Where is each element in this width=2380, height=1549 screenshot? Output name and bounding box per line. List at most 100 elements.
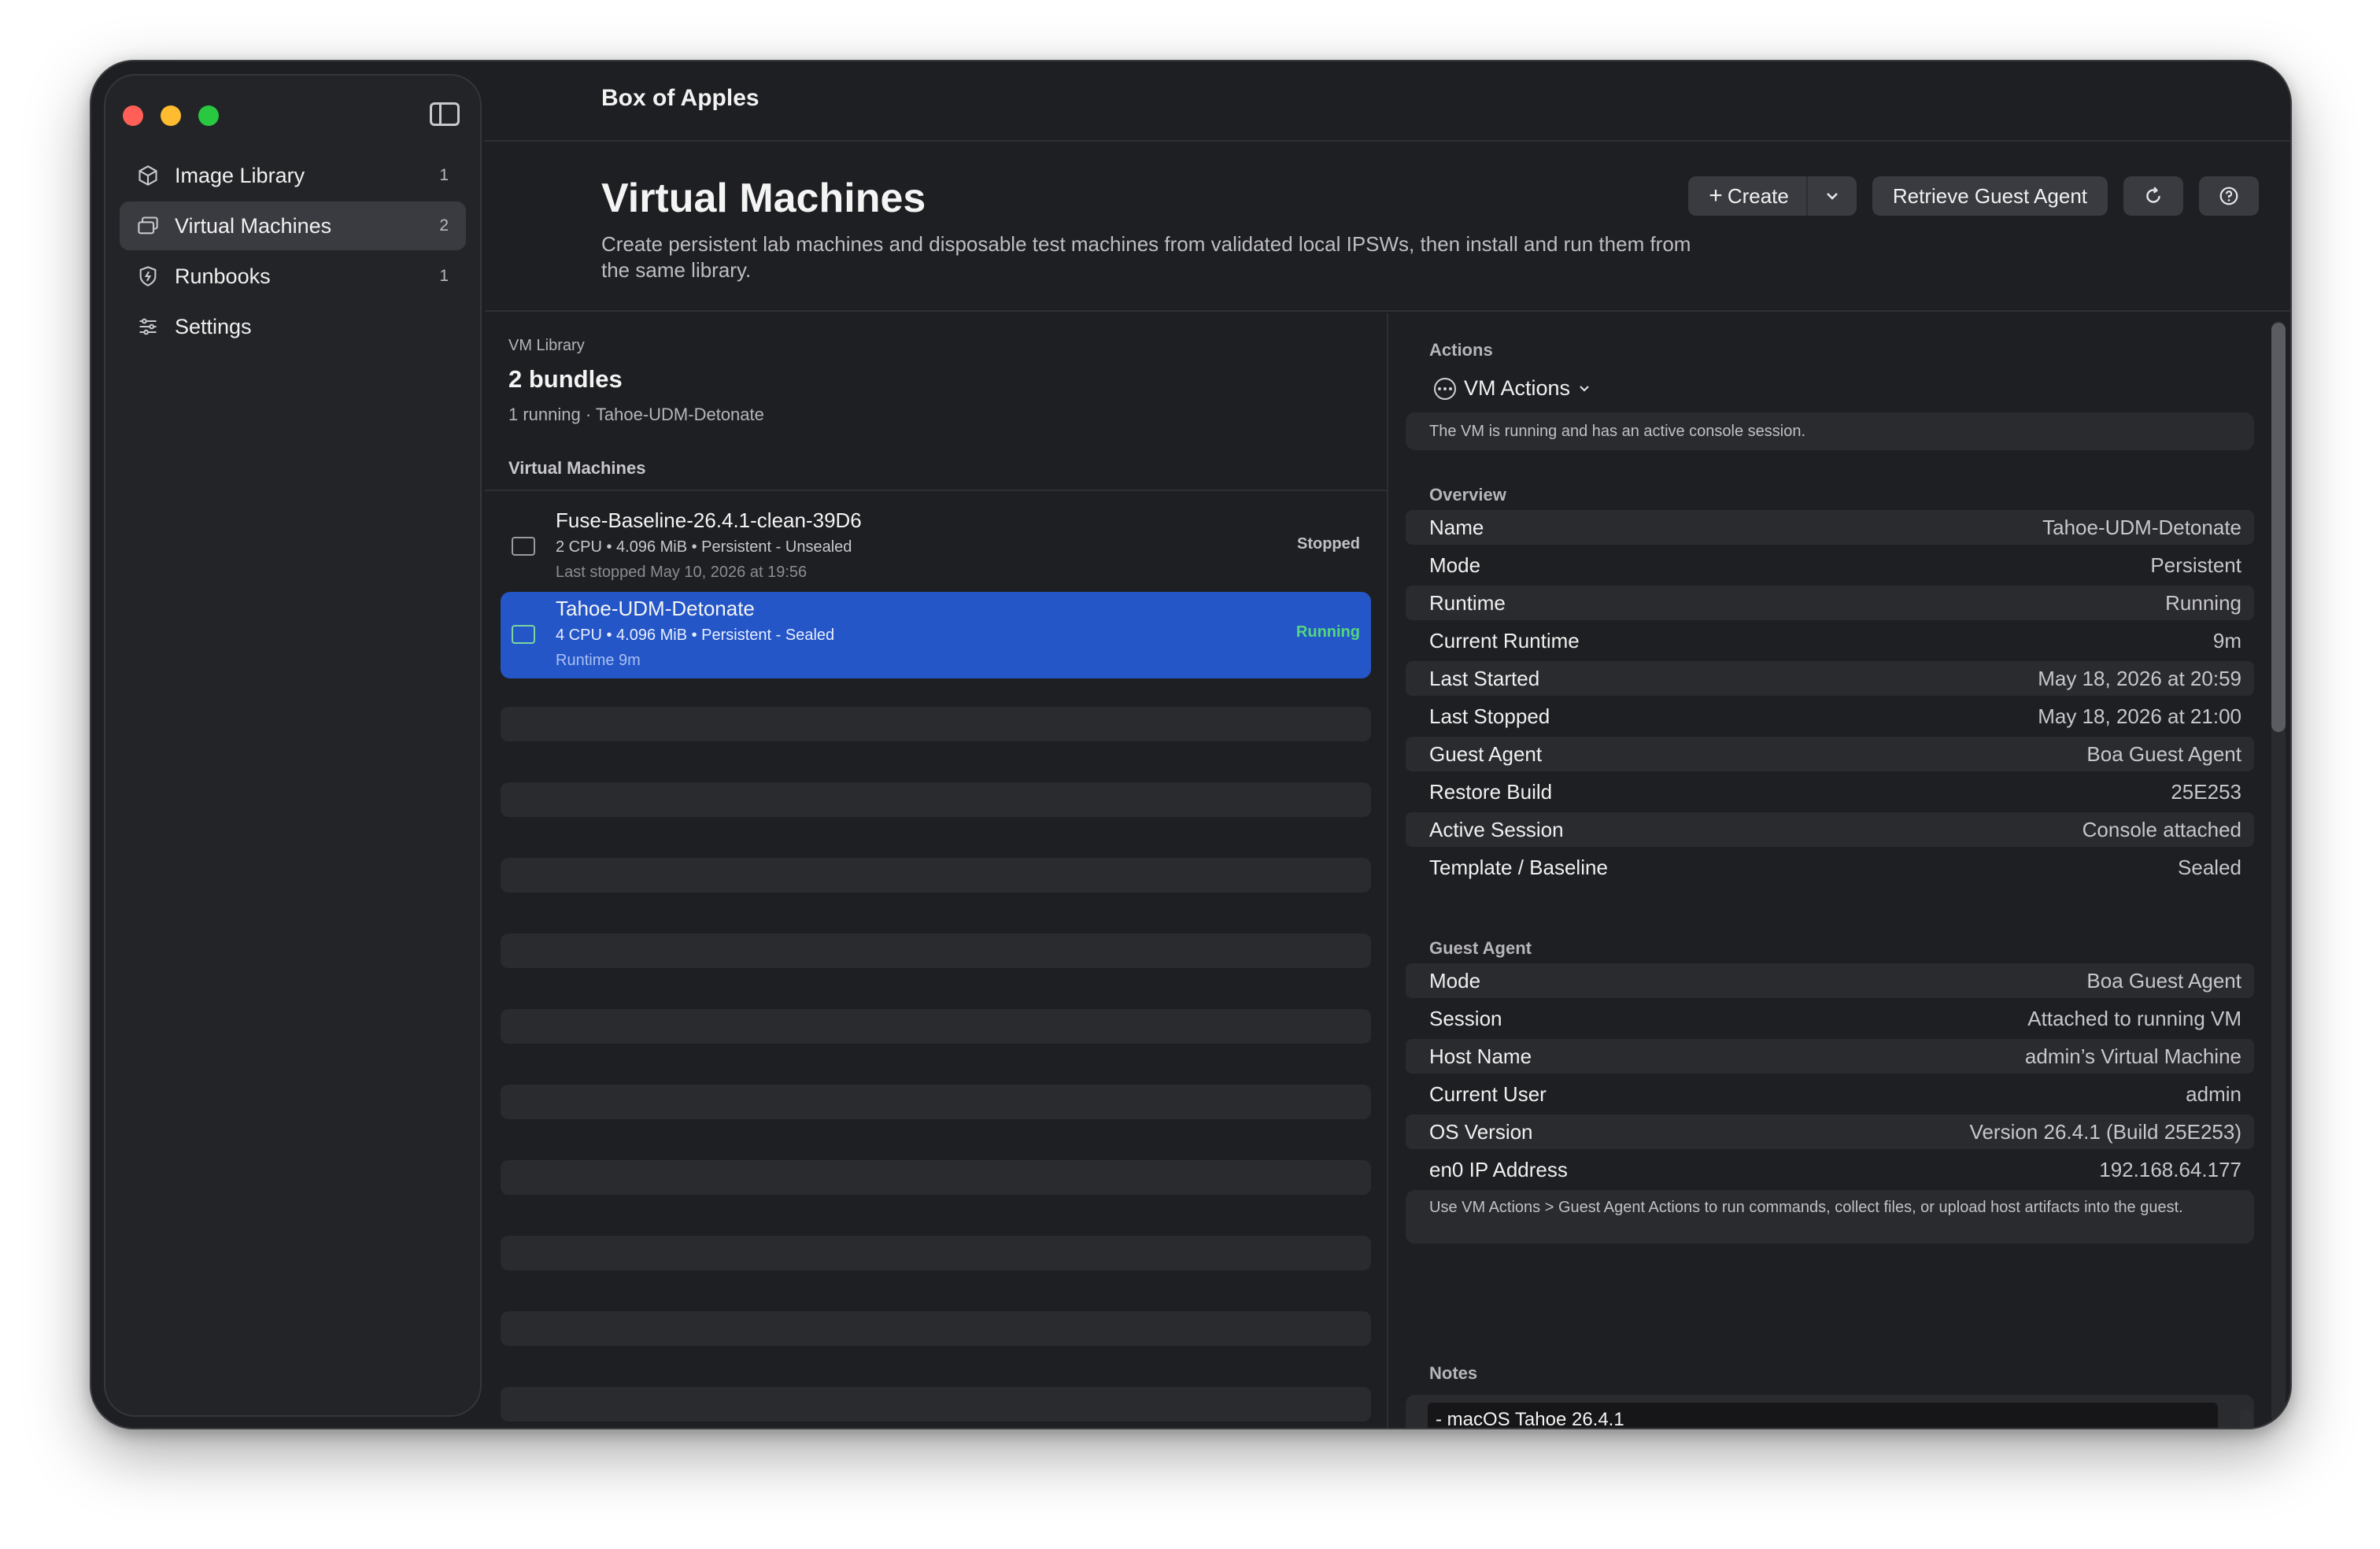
sidebar-item-count: 1 <box>439 267 449 285</box>
guest-agent-note: Use VM Actions > Guest Agent Actions to … <box>1429 1199 2183 1216</box>
overview-row: Last Started May 18, 2026 at 20:59 <box>1406 661 2254 696</box>
empty-row-placeholder <box>501 1160 1371 1195</box>
notes-scrollbar[interactable] <box>2240 1409 2252 1428</box>
overview-row: Name Tahoe-UDM-Detonate <box>1406 510 2254 545</box>
library-count: 2 bundles <box>508 365 623 393</box>
empty-row-placeholder <box>501 1311 1371 1346</box>
empty-row-placeholder <box>501 1009 1371 1044</box>
cube-icon <box>137 165 159 187</box>
windows-icon <box>137 215 159 237</box>
guest-agent-section-title: Guest Agent <box>1429 938 1532 958</box>
vm-list-item[interactable]: Fuse-Baseline-26.4.1-clean-39D6 2 CPU • … <box>501 504 1371 590</box>
guest-row: OS Version Version 26.4.1 (Build 25E253) <box>1406 1115 2254 1149</box>
app-window: Image Library 1 Virtual Machines 2 Runbo… <box>90 60 2292 1429</box>
field-value: Persistent <box>2150 553 2241 577</box>
vm-actions-menu[interactable]: VM Actions <box>1434 376 1591 401</box>
empty-row-placeholder <box>501 1236 1371 1270</box>
field-key: Current User <box>1429 1081 1547 1106</box>
vm-icon <box>512 625 535 644</box>
overview-row: Restore Build 25E253 <box>1406 774 2254 809</box>
sidebar-item-label: Image Library <box>175 163 305 187</box>
vm-name: Fuse-Baseline-26.4.1-clean-39D6 <box>556 508 862 532</box>
field-key: en0 IP Address <box>1429 1157 1568 1181</box>
vm-detail-pane: Actions VM Actions The VM is running and… <box>1390 313 2290 1428</box>
field-key: Current Runtime <box>1429 628 1580 653</box>
empty-row-placeholder <box>501 707 1371 741</box>
vm-meta: Runtime 9m <box>556 652 641 669</box>
sidebar-item-runbooks[interactable]: Runbooks 1 <box>120 252 466 301</box>
create-button[interactable]: + Create <box>1688 176 1806 216</box>
field-key: Last Stopped <box>1429 704 1550 728</box>
overview-row: Active Session Console attached <box>1406 812 2254 847</box>
sidebar-toggle-icon[interactable] <box>430 102 460 126</box>
sidebar-item-label: Runbooks <box>175 264 271 288</box>
sidebar-item-image-library[interactable]: Image Library 1 <box>120 151 466 200</box>
close-window-button[interactable] <box>123 105 143 126</box>
page-header: Virtual Machines Create persistent lab m… <box>485 143 2290 312</box>
overview-row: Runtime Running <box>1406 586 2254 620</box>
field-key: Guest Agent <box>1429 741 1543 766</box>
vm-list-pane: VM Library 2 bundles 1 running · Tahoe-U… <box>485 313 1388 1428</box>
library-label: VM Library <box>508 337 585 354</box>
minimize-window-button[interactable] <box>161 105 181 126</box>
vm-status-badge: Stopped <box>1297 535 1360 553</box>
field-value: Attached to running VM <box>2027 1006 2241 1030</box>
sidebar-item-count: 1 <box>439 166 449 184</box>
retrieve-guest-agent-button[interactable]: Retrieve Guest Agent <box>1872 176 2108 216</box>
sidebar: Image Library 1 Virtual Machines 2 Runbo… <box>104 74 482 1417</box>
vm-actions-label: VM Actions <box>1464 376 1571 400</box>
field-value: admin’s Virtual Machine <box>2024 1044 2241 1068</box>
empty-row-placeholder <box>501 782 1371 817</box>
window-controls <box>123 105 219 126</box>
overview-row: Template / Baseline Sealed <box>1406 850 2254 885</box>
vm-meta: Last stopped May 10, 2026 at 19:56 <box>556 564 808 581</box>
empty-row-placeholder <box>501 1387 1371 1421</box>
field-value: Boa Guest Agent <box>2086 741 2241 766</box>
guest-row: Current User admin <box>1406 1077 2254 1111</box>
create-menu-button[interactable] <box>1805 176 1857 216</box>
scrollbar-thumb[interactable] <box>2271 323 2286 732</box>
empty-row-placeholder <box>501 933 1371 968</box>
field-key: Active Session <box>1429 817 1564 841</box>
field-key: Mode <box>1429 968 1481 993</box>
shield-icon <box>137 265 159 287</box>
ellipsis-circle-icon <box>1434 377 1456 400</box>
overview-row: Guest Agent Boa Guest Agent <box>1406 737 2254 771</box>
field-key: Session <box>1429 1006 1502 1030</box>
refresh-button[interactable] <box>2123 176 2183 216</box>
vm-list-item-selected[interactable]: Tahoe-UDM-Detonate 4 CPU • 4.096 MiB • P… <box>501 592 1371 678</box>
vm-icon <box>512 537 535 556</box>
field-value: Tahoe-UDM-Detonate <box>2042 515 2241 539</box>
vm-spec: 2 CPU • 4.096 MiB • Persistent - Unseale… <box>556 538 852 556</box>
field-value: May 18, 2026 at 21:00 <box>2038 704 2241 728</box>
field-value: 9m <box>2212 628 2241 653</box>
library-status: 1 running · Tahoe-UDM-Detonate <box>508 405 764 424</box>
actions-section-title: Actions <box>1429 340 1493 360</box>
sidebar-item-count: 2 <box>439 216 449 235</box>
field-value: admin <box>2186 1081 2241 1106</box>
field-value: Running <box>2165 590 2241 615</box>
sidebar-item-label: Virtual Machines <box>175 213 332 238</box>
zoom-window-button[interactable] <box>198 105 219 126</box>
guest-row: Host Name admin’s Virtual Machine <box>1406 1039 2254 1074</box>
help-button[interactable] <box>2199 176 2259 216</box>
overview-row: Mode Persistent <box>1406 548 2254 582</box>
field-key: Runtime <box>1429 590 1506 615</box>
field-value: Version 26.4.1 (Build 25E253) <box>1969 1119 2241 1144</box>
notes-section-title: Notes <box>1429 1363 1478 1383</box>
field-key: OS Version <box>1429 1119 1533 1144</box>
field-key: Mode <box>1429 553 1481 577</box>
empty-row-placeholder <box>501 1085 1371 1119</box>
sidebar-item-virtual-machines[interactable]: Virtual Machines 2 <box>120 201 466 250</box>
sidebar-nav: Image Library 1 Virtual Machines 2 Runbo… <box>120 151 466 353</box>
sidebar-item-settings[interactable]: Settings <box>120 302 466 351</box>
vm-spec: 4 CPU • 4.096 MiB • Persistent - Sealed <box>556 627 835 644</box>
field-key: Last Started <box>1429 666 1540 690</box>
field-key: Name <box>1429 515 1484 539</box>
chevron-down-icon <box>1580 385 1589 392</box>
plus-icon: + <box>1709 183 1723 209</box>
field-value: May 18, 2026 at 20:59 <box>2038 666 2241 690</box>
guest-row: Session Attached to running VM <box>1406 1001 2254 1036</box>
vm-name: Tahoe-UDM-Detonate <box>556 597 755 620</box>
notes-textarea[interactable]: - macOS Tahoe 26.4.1 <box>1428 1403 2218 1428</box>
